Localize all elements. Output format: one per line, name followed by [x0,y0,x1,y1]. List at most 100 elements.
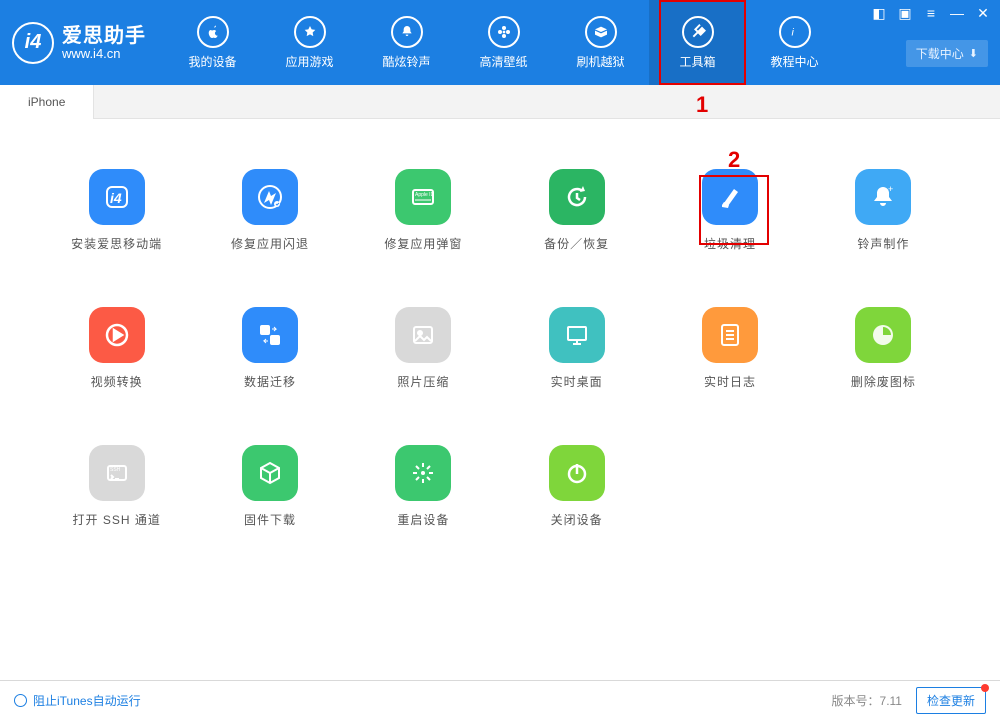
tool-label: 数据迁移 [244,373,296,390]
tool-label: 照片压缩 [397,373,449,390]
tool-install-i4[interactable]: i4 安装爱思移动端 [40,169,193,252]
tool-label: 固件下载 [244,511,296,528]
tool-delete-dead-icons[interactable]: 删除废图标 [807,307,960,390]
appleid-icon: Apple ID [395,169,451,225]
skin-icon[interactable]: ▣ [898,6,912,20]
tool-photo-compress[interactable]: 照片压缩 [347,307,500,390]
tool-label: 删除废图标 [851,373,916,390]
nav-tutorials[interactable]: i 教程中心 [746,0,843,85]
reboot-icon [395,445,451,501]
nav-label: 高清壁纸 [479,53,527,70]
radio-off-icon [14,694,27,707]
photo-icon [395,307,451,363]
tool-label: 打开 SSH 通道 [72,511,160,528]
appfix-icon [242,169,298,225]
tool-label: 实时日志 [704,373,756,390]
screen-icon [549,307,605,363]
tool-clean-junk[interactable]: 垃圾清理 [653,169,806,252]
brand-url: www.i4.cn [62,47,146,61]
tool-firmware-download[interactable]: 固件下载 [193,445,346,528]
svg-text:i4: i4 [110,190,122,206]
toolbox-panel: i4 安装爱思移动端 修复应用闪退 Apple ID 修复应用弹窗 备份／恢复 … [0,119,1000,674]
tool-label: 关闭设备 [551,511,603,528]
tool-shutdown-device[interactable]: 关闭设备 [500,445,653,528]
main-nav: 我的设备 应用游戏 酷炫铃声 高清壁纸 刷机越狱 工具箱 i 教程中心 [164,0,843,85]
box-open-icon [585,16,617,48]
ring-icon: + [855,169,911,225]
download-center-label: 下载中心 [916,45,964,62]
pie-icon [855,307,911,363]
window-controls: ◧ ▣ ≡ — ✕ [872,6,990,20]
nav-label: 酷炫铃声 [382,53,430,70]
svg-text:+: + [888,184,893,194]
nav-label: 我的设备 [188,53,236,70]
nav-toolbox[interactable]: 工具箱 [649,0,746,85]
tool-fix-popup[interactable]: Apple ID 修复应用弹窗 [347,169,500,252]
nav-wallpapers[interactable]: 高清壁纸 [455,0,552,85]
clean-icon [702,169,758,225]
brand-text: 爱思助手 www.i4.cn [62,25,146,61]
flower-icon [488,16,520,48]
svg-text:Apple ID: Apple ID [415,192,435,198]
block-itunes-toggle[interactable]: 阻止iTunes自动运行 [14,692,141,709]
device-tabs: iPhone [0,85,1000,119]
nav-ringtones[interactable]: 酷炫铃声 [358,0,455,85]
tool-reboot-device[interactable]: 重启设备 [347,445,500,528]
tool-label: 修复应用闪退 [231,235,309,252]
tool-make-ringtone[interactable]: + 铃声制作 [807,169,960,252]
nav-apps-games[interactable]: 应用游戏 [261,0,358,85]
status-bar: 阻止iTunes自动运行 版本号：7.11 检查更新 [0,680,1000,720]
i4app-icon: i4 [89,169,145,225]
minimize-icon[interactable]: — [950,6,964,20]
tool-label: 备份／恢复 [544,235,609,252]
menu-icon[interactable]: ≡ [924,6,938,20]
bell-icon [391,16,423,48]
nav-flash-jailbreak[interactable]: 刷机越狱 [552,0,649,85]
tool-label: 修复应用弹窗 [384,235,462,252]
close-icon[interactable]: ✕ [976,6,990,20]
tool-grid: i4 安装爱思移动端 修复应用闪退 Apple ID 修复应用弹窗 备份／恢复 … [40,169,960,528]
tool-video-convert[interactable]: 视频转换 [40,307,193,390]
cube-icon [242,445,298,501]
version-text: 版本号：7.11 [832,692,902,709]
tool-label: 垃圾清理 [704,235,756,252]
migrate-icon [242,307,298,363]
tab-iphone[interactable]: iPhone [0,85,94,119]
info-icon: i [779,16,811,48]
nav-label: 刷机越狱 [576,53,624,70]
tool-fix-crash[interactable]: 修复应用闪退 [193,169,346,252]
app-header: i4 爱思助手 www.i4.cn 我的设备 应用游戏 酷炫铃声 高清壁纸 刷机… [0,0,1000,85]
brand[interactable]: i4 爱思助手 www.i4.cn [12,22,146,64]
brand-title: 爱思助手 [62,25,146,47]
download-icon: ⬇ [969,47,978,60]
tool-label: 视频转换 [91,373,143,390]
svg-text:SSH: SSH [110,467,121,473]
play-icon [89,307,145,363]
appstore-icon [294,16,326,48]
tool-label: 铃声制作 [857,235,909,252]
tool-backup-restore[interactable]: 备份／恢复 [500,169,653,252]
nav-my-device[interactable]: 我的设备 [164,0,261,85]
feedback-icon[interactable]: ◧ [872,6,886,20]
check-update-button[interactable]: 检查更新 [916,687,986,714]
download-center-button[interactable]: 下载中心 ⬇ [906,40,988,67]
tool-data-migrate[interactable]: 数据迁移 [193,307,346,390]
tool-live-log[interactable]: 实时日志 [653,307,806,390]
power-icon [549,445,605,501]
restore-icon [549,169,605,225]
log-icon [702,307,758,363]
tool-label: 实时桌面 [551,373,603,390]
tool-live-desktop[interactable]: 实时桌面 [500,307,653,390]
nav-label: 教程中心 [770,53,818,70]
brand-logo-icon: i4 [12,22,54,64]
tool-label: 重启设备 [397,511,449,528]
tool-open-ssh[interactable]: SSH 打开 SSH 通道 [40,445,193,528]
svg-text:i: i [791,26,794,38]
apple-icon [197,16,229,48]
nav-label: 应用游戏 [285,53,333,70]
tool-label: 安装爱思移动端 [71,235,162,252]
nav-label: 工具箱 [679,53,715,70]
block-itunes-label: 阻止iTunes自动运行 [33,692,141,709]
tools-icon [682,16,714,48]
ssh-icon: SSH [89,445,145,501]
